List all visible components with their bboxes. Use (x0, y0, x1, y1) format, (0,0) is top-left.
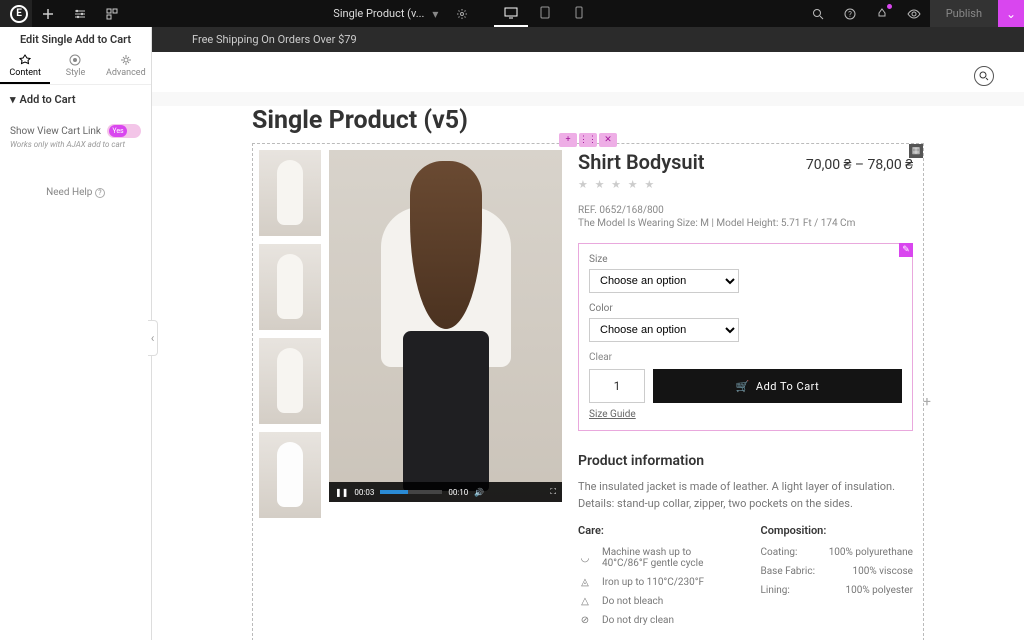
size-select[interactable]: Choose an option (589, 269, 739, 293)
help-icon[interactable]: ? (834, 0, 866, 27)
editor-sidebar: Edit Single Add to Cart Content Style Ad… (0, 27, 152, 640)
settings-panel-icon[interactable] (64, 0, 96, 27)
add-to-cart-button[interactable]: 🛒 Add To Cart (653, 369, 902, 403)
widget-edit-icon[interactable]: ✎ (899, 243, 913, 257)
svg-text:?: ? (848, 10, 852, 19)
document-title[interactable]: Single Product (v... (333, 7, 424, 20)
show-view-cart-toggle[interactable]: Yes (107, 124, 141, 138)
gallery-thumb[interactable] (259, 338, 321, 424)
product-title: Shirt Bodysuit (578, 150, 705, 174)
finder-search-icon[interactable] (802, 0, 834, 27)
preview-icon[interactable] (898, 0, 930, 27)
site-header (152, 52, 1024, 92)
care-heading: Care: (578, 524, 731, 537)
topbar: E Single Product (v... ▾ ? Publish ⌄ (0, 0, 1024, 27)
product-info-column: Shirt Bodysuit 70,00 ₴ – 78,00 ₴ ★ ★ ★ ★… (568, 144, 923, 640)
product-video[interactable]: ❚❚ 00:03 00:10 🔊 ⛶ (329, 150, 562, 502)
product-info-text: The insulated jacket is made of leather.… (578, 479, 913, 512)
section-handles: + ⋮⋮ ✕ (559, 133, 617, 147)
product-section: + ▦ (252, 143, 924, 640)
section-drag-icon[interactable]: ⋮⋮ (579, 133, 597, 147)
sidebar-title: Edit Single Add to Cart (0, 27, 151, 50)
composition-row: Coating:100% polyurethane (761, 547, 914, 558)
tab-advanced[interactable]: Advanced (101, 50, 151, 84)
video-controls: ❚❚ 00:03 00:10 🔊 ⛶ (329, 482, 562, 502)
composition-row: Base Fabric:100% viscose (761, 566, 914, 577)
search-icon[interactable] (974, 66, 994, 86)
care-item: ◬Iron up to 110°C/230°F (578, 577, 731, 588)
structure-icon[interactable] (96, 0, 128, 27)
care-item: △Do not bleach (578, 596, 731, 607)
star-rating: ★ ★ ★ ★ ★ (578, 178, 913, 191)
elementor-logo[interactable]: E (0, 0, 32, 27)
quantity-input[interactable]: 1 (589, 369, 645, 403)
gallery-column: ▦ (253, 144, 568, 640)
publish-button[interactable]: Publish (930, 0, 998, 27)
wash-icon: ◡ (578, 553, 592, 564)
tab-content[interactable]: Content (0, 50, 50, 84)
video-current-time: 00:03 (354, 488, 374, 497)
page-settings-icon[interactable] (446, 0, 478, 27)
product-info-heading: Product information (578, 453, 913, 469)
play-pause-icon[interactable]: ❚❚ (335, 488, 348, 497)
clear-variations-link[interactable]: Clear (589, 352, 902, 363)
tab-style[interactable]: Style (50, 50, 100, 84)
care-item: ◡Machine wash up to 40°C/86°F gentle cyc… (578, 547, 731, 569)
fullscreen-icon[interactable]: ⛶ (550, 487, 556, 497)
add-element-icon[interactable] (32, 0, 64, 27)
section-add-icon[interactable]: + (559, 133, 577, 147)
section-delete-icon[interactable]: ✕ (599, 133, 617, 147)
color-select[interactable]: Choose an option (589, 318, 739, 342)
preview-canvas: Free Shipping On Orders Over $79 Single … (152, 27, 1024, 640)
sidebar-collapse-handle[interactable]: ‹ (148, 320, 158, 356)
gallery-thumb[interactable] (259, 150, 321, 236)
add-to-cart-widget[interactable]: ✎ Size Choose an option Color Choose an … (578, 243, 913, 431)
color-label: Color (589, 303, 902, 314)
product-price: 70,00 ₴ – 78,00 ₴ (806, 156, 913, 173)
video-progress[interactable] (380, 490, 442, 494)
page-title: Single Product (v5) (252, 106, 924, 135)
composition-row: Lining:100% polyester (761, 585, 914, 596)
care-item: ⊘Do not dry clean (578, 615, 731, 626)
section-add-to-cart-header[interactable]: ▾ Add to Cart (10, 93, 141, 106)
device-tablet-icon[interactable] (528, 0, 562, 27)
ajax-note: Works only with AJAX add to cart (0, 140, 151, 159)
video-duration: 00:10 (448, 488, 468, 497)
product-ref: REF. 0652/168/800 (578, 205, 913, 216)
dryclean-icon: ⊘ (578, 615, 592, 626)
volume-icon[interactable]: 🔊 (474, 488, 484, 497)
gallery-thumb[interactable] (259, 432, 321, 518)
size-guide-link[interactable]: Size Guide (589, 409, 636, 420)
device-desktop-icon[interactable] (494, 0, 528, 27)
cart-icon: 🛒 (736, 380, 750, 393)
device-mobile-icon[interactable] (562, 0, 596, 27)
model-note: The Model Is Wearing Size: M | Model Hei… (578, 218, 913, 229)
gallery-thumb[interactable] (259, 244, 321, 330)
iron-icon: ◬ (578, 577, 592, 588)
size-label: Size (589, 254, 902, 265)
notifications-icon[interactable] (866, 0, 898, 27)
need-help-link[interactable]: Need Help ? (0, 187, 151, 198)
publish-options-chevron-icon[interactable]: ⌄ (998, 0, 1024, 27)
bleach-icon: △ (578, 596, 592, 607)
add-section-icon[interactable]: + (923, 394, 937, 408)
show-view-cart-label: Show View Cart Link (10, 126, 101, 137)
sidebar-tabs: Content Style Advanced (0, 50, 151, 85)
composition-heading: Composition: (761, 524, 914, 537)
promo-bar: Free Shipping On Orders Over $79 (152, 27, 1024, 52)
